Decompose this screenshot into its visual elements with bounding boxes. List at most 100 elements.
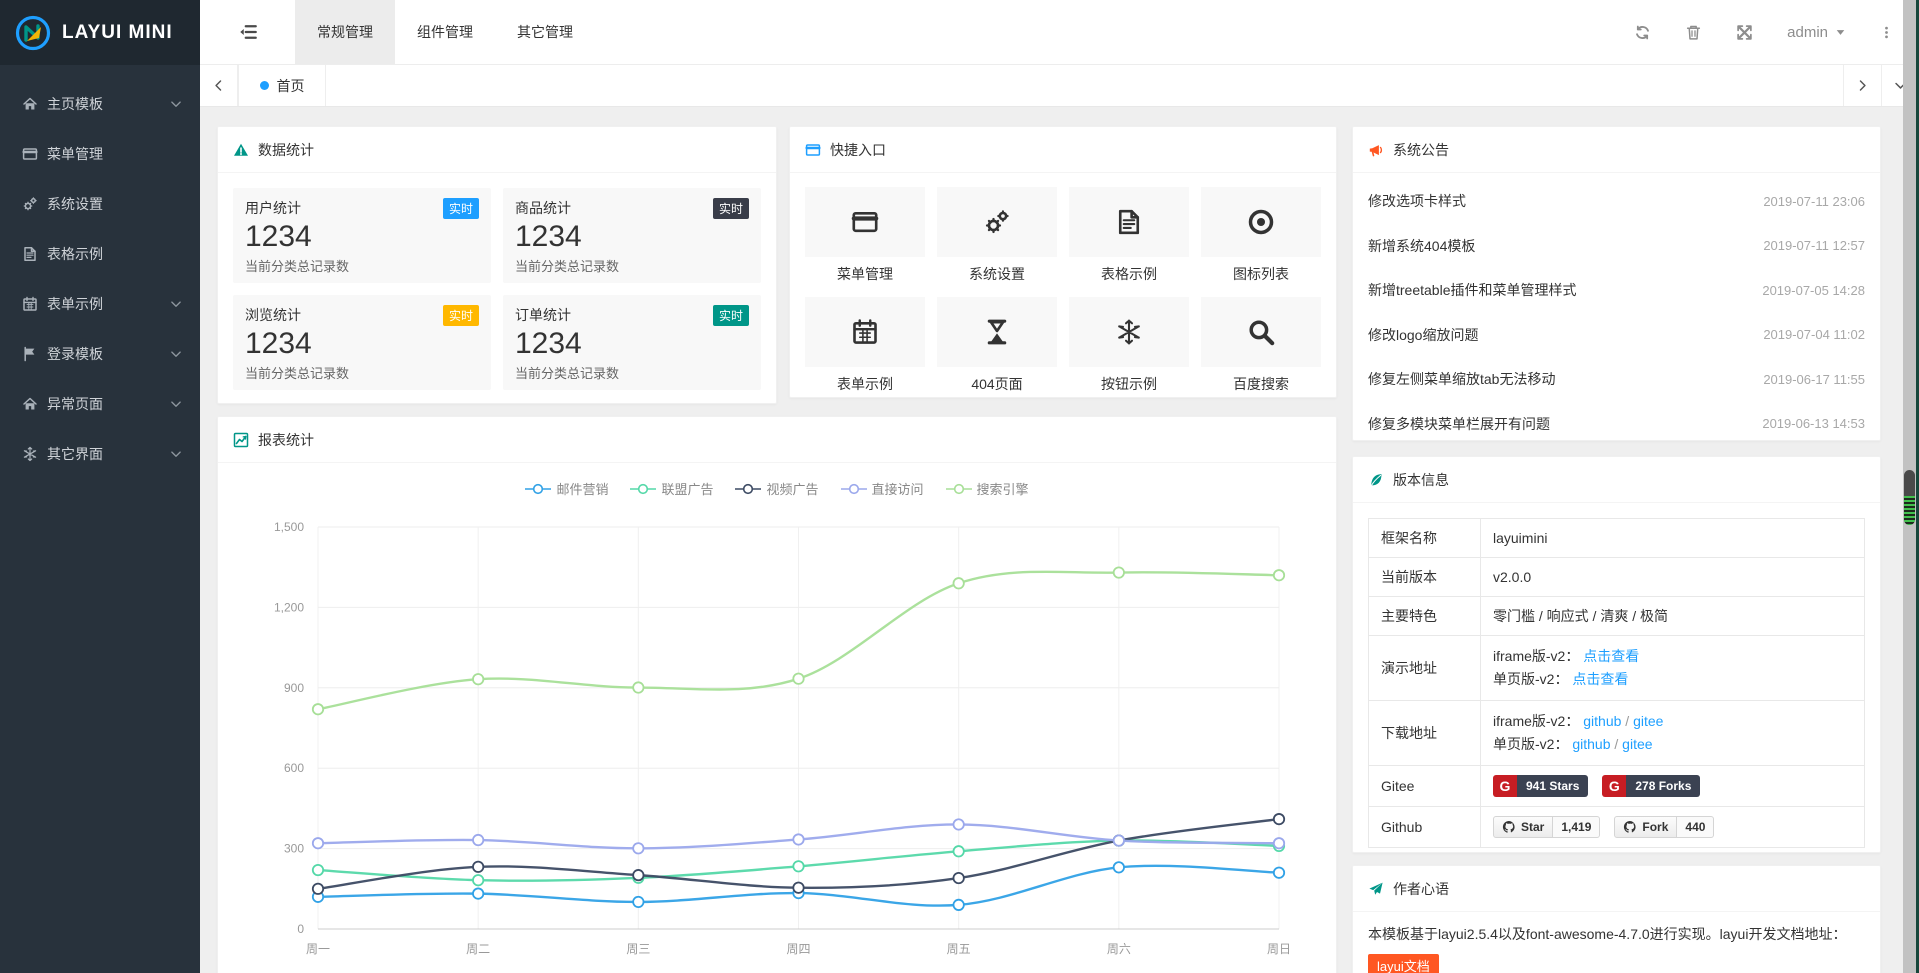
shortcut-label: 表格示例 xyxy=(1069,264,1189,284)
version-value-cell: v2.0.0 xyxy=(1481,558,1865,597)
version-link[interactable]: github xyxy=(1572,736,1610,752)
snowflake-icon xyxy=(22,446,38,462)
shortcut-icon-box xyxy=(1201,187,1321,257)
shortcut-0[interactable]: 菜单管理 xyxy=(805,187,925,284)
tab-scroll-right-button[interactable] xyxy=(1843,65,1881,106)
version-link[interactable]: github xyxy=(1583,713,1621,729)
dot-circle-icon xyxy=(1247,208,1275,236)
shortcut-label: 404页面 xyxy=(937,374,1057,394)
gitee-badge[interactable]: G941 Stars xyxy=(1493,775,1588,797)
version-link[interactable]: gitee xyxy=(1633,713,1663,729)
github-fork-badge[interactable]: Fork440 xyxy=(1614,816,1714,838)
user-menu[interactable]: admin xyxy=(1787,24,1846,41)
shortcuts-card: 快捷入口 菜单管理系统设置表格示例图标列表表单示例404页面按钮示例百度搜索 xyxy=(789,126,1337,398)
shortcut-6[interactable]: 按钮示例 xyxy=(1069,297,1189,394)
shortcut-1[interactable]: 系统设置 xyxy=(937,187,1057,284)
refresh-icon[interactable] xyxy=(1634,24,1651,41)
notice-row-3[interactable]: 修改logo缩放问题2019-07-04 11:02 xyxy=(1368,313,1865,358)
clear-cache-trash-icon[interactable] xyxy=(1685,24,1702,41)
svg-text:300: 300 xyxy=(284,842,304,856)
sidebar-item-0[interactable]: 主页模板 xyxy=(0,79,200,129)
app-title: LAYUI MINI xyxy=(62,22,173,44)
realtime-badge: 实时 xyxy=(713,198,749,219)
version-row-2: 主要特色零门槛 / 响应式 / 清爽 / 极简 xyxy=(1369,597,1865,636)
report-card: 报表统计 邮件营销联盟广告视频广告直接访问搜索引擎 03006009001,20… xyxy=(217,416,1337,973)
link-prefix: 单页版-v2： xyxy=(1493,671,1568,687)
version-value-cell: Star1,419 Fork440 xyxy=(1481,807,1865,848)
fullscreen-icon[interactable] xyxy=(1736,24,1753,41)
shortcut-icon-box xyxy=(937,297,1057,367)
stats-card: 数据统计 用户统计1234当前分类总记录数实时商品统计1234当前分类总记录数实… xyxy=(217,126,777,404)
home-icon xyxy=(22,396,38,412)
legend-item-1[interactable]: 联盟广告 xyxy=(630,479,713,498)
gitee-badge[interactable]: G278 Forks xyxy=(1602,775,1700,797)
app-logo[interactable]: LAYUI MINI xyxy=(0,0,200,65)
chart-legend: 邮件营销 联盟广告 视频广告 直接访问 搜索引擎 xyxy=(218,463,1336,500)
version-link[interactable]: 点击查看 xyxy=(1572,671,1628,687)
tab-home[interactable]: 首页 xyxy=(238,65,326,106)
more-kebab-icon[interactable] xyxy=(1880,24,1893,41)
github-star-badge[interactable]: Star1,419 xyxy=(1493,816,1600,838)
main-content: 数据统计 用户统计1234当前分类总记录数实时商品统计1234当前分类总记录数实… xyxy=(200,107,1919,973)
notice-date: 2019-07-11 23:06 xyxy=(1763,194,1865,209)
svg-text:周三: 周三 xyxy=(626,942,650,956)
octocat-icon xyxy=(1502,820,1516,834)
notice-row-4[interactable]: 修复左侧菜单缩放tab无法移动2019-06-17 11:55 xyxy=(1368,357,1865,402)
legend-item-0[interactable]: 邮件营销 xyxy=(525,479,608,498)
notice-row-2[interactable]: 新增treetable插件和菜单管理样式2019-07-05 14:28 xyxy=(1368,268,1865,313)
version-link[interactable]: gitee xyxy=(1622,736,1652,752)
caret-down-icon xyxy=(1835,27,1846,38)
notice-row-5[interactable]: 修复多模块菜单栏展开有问题2019-06-13 14:53 xyxy=(1368,402,1865,447)
notice-text: 新增系统404模板 xyxy=(1368,236,1475,256)
header-tab-0[interactable]: 常规管理 xyxy=(295,0,395,64)
notice-list: 修改选项卡样式2019-07-11 23:06新增系统404模板2019-07-… xyxy=(1353,173,1880,452)
chart-line-icon xyxy=(233,432,249,448)
stat-desc: 当前分类总记录数 xyxy=(245,363,479,382)
legend-item-3[interactable]: 直接访问 xyxy=(841,479,924,498)
header-tab-1[interactable]: 组件管理 xyxy=(395,0,495,64)
layui-doc-button[interactable]: layui文档 xyxy=(1368,954,1439,973)
version-table: 框架名称layuimini当前版本v2.0.0主要特色零门槛 / 响应式 / 清… xyxy=(1368,518,1865,848)
notice-text: 修复多模块菜单栏展开有问题 xyxy=(1368,414,1550,434)
page-scrollbar-thumb[interactable] xyxy=(1904,470,1915,525)
sidebar-item-2[interactable]: 系统设置 xyxy=(0,179,200,229)
stat-desc: 当前分类总记录数 xyxy=(515,363,749,382)
page-scrollbar-track[interactable] xyxy=(1903,0,1916,973)
sidebar-item-3[interactable]: 表格示例 xyxy=(0,229,200,279)
header-tab-2[interactable]: 其它管理 xyxy=(495,0,595,64)
sidebar: LAYUI MINI 主页模板菜单管理系统设置表格示例表单示例登录模板异常页面其… xyxy=(0,0,200,973)
shortcut-4[interactable]: 表单示例 xyxy=(805,297,925,394)
calendar-icon xyxy=(851,318,879,346)
svg-text:周四: 周四 xyxy=(786,942,810,956)
tab-scroll-left-button[interactable] xyxy=(200,65,238,106)
legend-item-4[interactable]: 搜索引擎 xyxy=(946,479,1029,498)
sidebar-item-5[interactable]: 登录模板 xyxy=(0,329,200,379)
notice-row-0[interactable]: 修改选项卡样式2019-07-11 23:06 xyxy=(1368,179,1865,224)
page-tabbar: 首页 xyxy=(200,65,1919,107)
svg-text:周日: 周日 xyxy=(1267,942,1291,956)
shortcut-icon-box xyxy=(1201,297,1321,367)
shortcut-7[interactable]: 百度搜索 xyxy=(1201,297,1321,394)
link-prefix: 单页版-v2： xyxy=(1493,736,1568,752)
sidebar-item-6[interactable]: 异常页面 xyxy=(0,379,200,429)
active-tab-dot xyxy=(260,81,269,90)
shortcut-5[interactable]: 404页面 xyxy=(937,297,1057,394)
version-label: Github xyxy=(1369,807,1481,848)
sidebar-item-1[interactable]: 菜单管理 xyxy=(0,129,200,179)
sidebar-collapse-button[interactable] xyxy=(200,0,295,64)
report-card-title: 报表统计 xyxy=(258,430,314,450)
sidebar-item-7[interactable]: 其它界面 xyxy=(0,429,200,479)
shortcut-3[interactable]: 图标列表 xyxy=(1201,187,1321,284)
version-link[interactable]: 点击查看 xyxy=(1583,648,1639,664)
sidebar-item-label: 系统设置 xyxy=(47,194,182,214)
version-label: 当前版本 xyxy=(1369,558,1481,597)
sidebar-item-label: 表格示例 xyxy=(47,244,182,264)
legend-marker-icon xyxy=(735,483,761,495)
notice-text: 新增treetable插件和菜单管理样式 xyxy=(1368,280,1576,300)
legend-item-2[interactable]: 视频广告 xyxy=(735,479,818,498)
top-header: 常规管理组件管理其它管理 admin xyxy=(200,0,1919,65)
notice-row-1[interactable]: 新增系统404模板2019-07-11 12:57 xyxy=(1368,224,1865,269)
header-module-tabs: 常规管理组件管理其它管理 xyxy=(295,0,595,64)
sidebar-item-4[interactable]: 表单示例 xyxy=(0,279,200,329)
shortcut-2[interactable]: 表格示例 xyxy=(1069,187,1189,284)
